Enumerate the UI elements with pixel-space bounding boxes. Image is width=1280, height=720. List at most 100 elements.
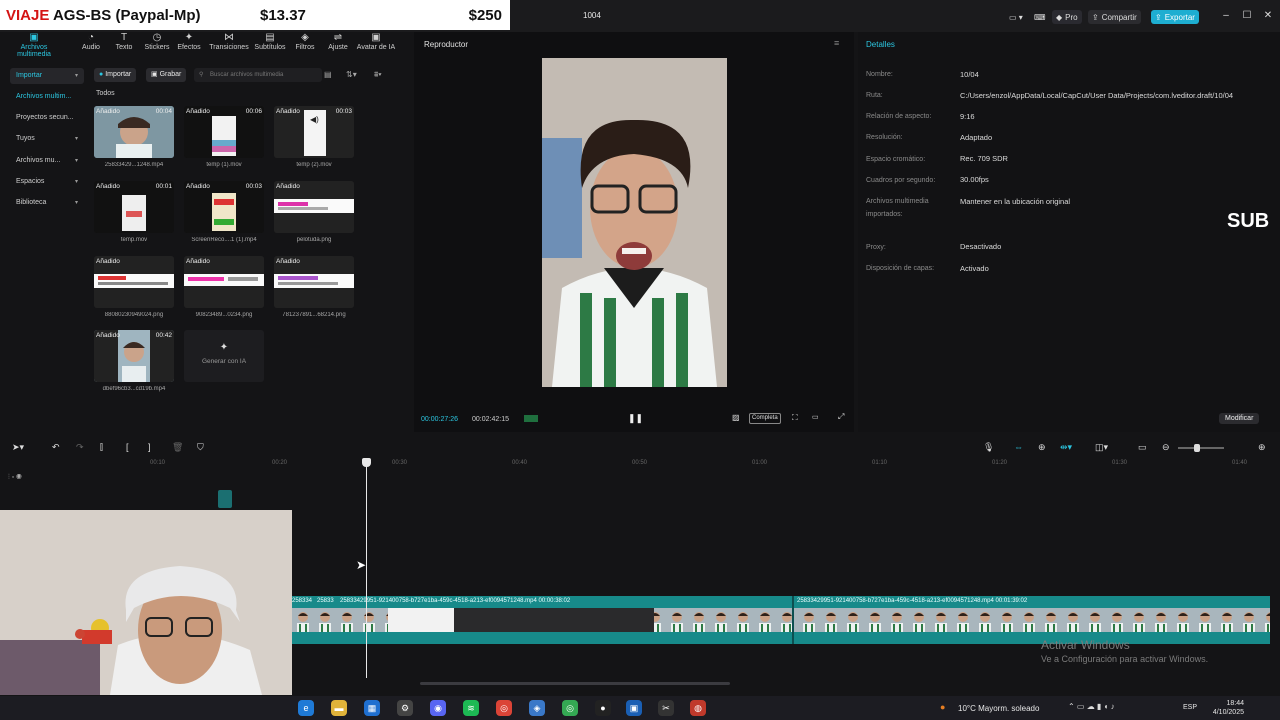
crop-icon[interactable]: ▨ [732,413,740,422]
preview-axis-icon[interactable]: ⇹▾ [1060,442,1072,453]
generate-ai-button[interactable]: ✦ Generar con IA [184,330,264,382]
sidebar-item-secondary-projects[interactable]: Proyectos secun... [10,110,84,126]
obs-icon[interactable]: ● [595,700,611,716]
recorder-icon[interactable]: ◍ [690,700,706,716]
trim-left-icon[interactable]: [ [126,442,129,452]
export-button[interactable]: ⇪ Exportar [1151,10,1199,24]
caption-icon[interactable]: ▭ [1138,442,1147,453]
media-item[interactable]: Añadido 00:06 [184,106,264,158]
playhead[interactable] [366,462,367,678]
record-button[interactable]: ▣ Grabar [146,68,187,82]
timeline-scrollbar[interactable] [420,682,730,685]
tool-media[interactable]: ▣ Archivos multimedia [6,32,62,58]
chevron-down-icon: ▾ [74,179,78,185]
sidebar-item-library[interactable]: Biblioteca ▾ [10,195,84,211]
snap-icon[interactable]: ⊕ [1038,442,1046,453]
project-title: 1004 [583,11,601,20]
sort-icon[interactable]: ⇅▾ [346,70,357,79]
pro-badge[interactable]: ◆ Pro [1052,10,1082,24]
chrome-icon[interactable]: ◎ [496,700,512,716]
maximize-icon[interactable]: ☐ [1239,10,1255,21]
undo-icon[interactable]: ↶ [52,442,60,453]
filter-icon[interactable]: ⩩▾ [374,70,382,80]
sidebar-item-spaces[interactable]: Espacios ▾ [10,174,84,190]
sidebar-item-yours[interactable]: Tuyos ▾ [10,131,84,147]
media-item[interactable]: Añadido 00:01 [94,181,174,233]
mouse-cursor-icon: ➤ [356,558,367,572]
layout-icon[interactable]: ▭ ▾ [1005,10,1027,24]
media-item[interactable]: ◀) Añadido 00:03 [274,106,354,158]
fit-icon[interactable]: ⊕ [1258,442,1266,453]
sidebar-item-import[interactable]: Importar ▾ [10,68,84,84]
current-timecode: 00:00:27:26 [421,416,458,423]
zoom-slider-handle[interactable] [1194,444,1200,452]
weather-text[interactable]: 10°C Mayorm. soleado [958,704,1039,713]
sticker-clip[interactable] [218,490,232,508]
zoom-out-icon[interactable]: ⊖ [1162,442,1170,453]
fullscreen-icon[interactable]: ⤢ [838,412,844,422]
main-video-track[interactable]: 258334 25833 25833429951-921400758-b727e… [292,596,1270,644]
redo-icon[interactable]: ↷ [76,442,84,453]
media-item[interactable]: Añadido 00:03 [184,181,264,233]
grid-view-icon[interactable]: ▤ [324,70,332,79]
avatar-icon: ▣ [371,32,381,43]
sidebar-item-media-archive[interactable]: Archivos mu... ▾ [10,153,84,169]
tool-ai-avatar[interactable]: ▣ Avatar de IA [352,32,400,51]
main-toolbar: ▣ Archivos multimedia ◔ Audio T Texto ◷ Stic… [0,32,410,58]
delete-icon[interactable]: 🗑 [172,442,183,453]
tool-effects[interactable]: ✦ Efectos [168,32,210,51]
timeline-ruler[interactable]: 00:10 00:20 00:30 00:40 00:50 01:00 01:1… [90,458,1280,472]
capcut-icon[interactable]: ✂ [658,700,674,716]
pause-icon[interactable]: ❚❚ [628,413,643,424]
track-lock-icon[interactable]: ⫶ ▫ ◉ [8,474,22,482]
playhead-handle[interactable] [362,458,371,467]
donation-title-prefix: VIAJE [6,7,50,24]
browser-icon[interactable]: ◈ [529,700,545,716]
detail-fps: 30.00fps [960,175,989,184]
close-icon[interactable]: ✕ [1260,10,1276,21]
cursor-icon[interactable]: ➤▾ [12,442,24,453]
focus-icon[interactable]: ⛶ [792,413,798,423]
webcam-overlay [0,510,292,695]
import-button[interactable]: ● Importar [94,68,137,82]
media-item[interactable]: Añadido [274,181,354,233]
discord-icon[interactable]: ◉ [430,700,446,716]
modify-button[interactable]: Modificar [1219,413,1260,424]
keyboard-icon[interactable]: ⌨ [1030,10,1050,24]
zoom-slider[interactable] [1178,444,1224,452]
menu-icon[interactable]: ≡ [834,38,839,48]
media-item[interactable]: Añadido [94,256,174,308]
sidebar-item-media-files[interactable]: Archivos multim... [10,89,84,105]
search-input[interactable]: ⚲ Buscar archivos multimedia [194,68,322,82]
trim-right-icon[interactable]: ] [148,442,151,452]
link-icon[interactable]: ⇔ [1014,442,1023,452]
activate-windows-title: Activar Windows [1041,638,1130,652]
transition-icon: ⋈ [224,32,234,43]
speed-icon[interactable]: ◫▾ [1095,442,1108,453]
ratio-icon[interactable]: ▭ [812,413,819,421]
clock[interactable]: 18:44 4/10/2025 [1208,699,1244,717]
aspect-ratio-button[interactable]: Completa [749,413,781,424]
app-icon[interactable]: ▣ [626,700,642,716]
share-button[interactable]: ⇪ Compartir [1088,10,1141,24]
media-item[interactable]: Añadido 00:42 [94,330,174,382]
tool-transitions[interactable]: ⋈ Transiciones [205,32,253,51]
edge-icon[interactable]: e [298,700,314,716]
tray-icons[interactable]: ⌃ ▭ ☁ ▮ ◖ ♪ [1068,702,1115,711]
detail-layer-layout: Activado [960,264,989,273]
shield-icon[interactable]: ⛉ [197,442,204,453]
folder-icon[interactable]: ▬ [331,700,347,716]
settings-icon[interactable]: ⚙ [397,700,413,716]
video-preview[interactable] [542,58,727,387]
store-icon[interactable]: ▦ [364,700,380,716]
split-icon[interactable]: ⫿ [100,442,103,453]
chrome-profile-icon[interactable]: ◎ [562,700,578,716]
media-item[interactable]: Añadido 00:04 [94,106,174,158]
language-indicator[interactable]: ESP [1183,704,1197,711]
detail-aspect-ratio: 9:16 [960,112,975,121]
media-item[interactable]: Añadido [184,256,264,308]
minimize-icon[interactable]: – [1218,10,1234,21]
media-item[interactable]: Añadido [274,256,354,308]
spotify-icon[interactable]: ≋ [463,700,479,716]
microphone-icon[interactable]: 🎙 [983,442,994,453]
